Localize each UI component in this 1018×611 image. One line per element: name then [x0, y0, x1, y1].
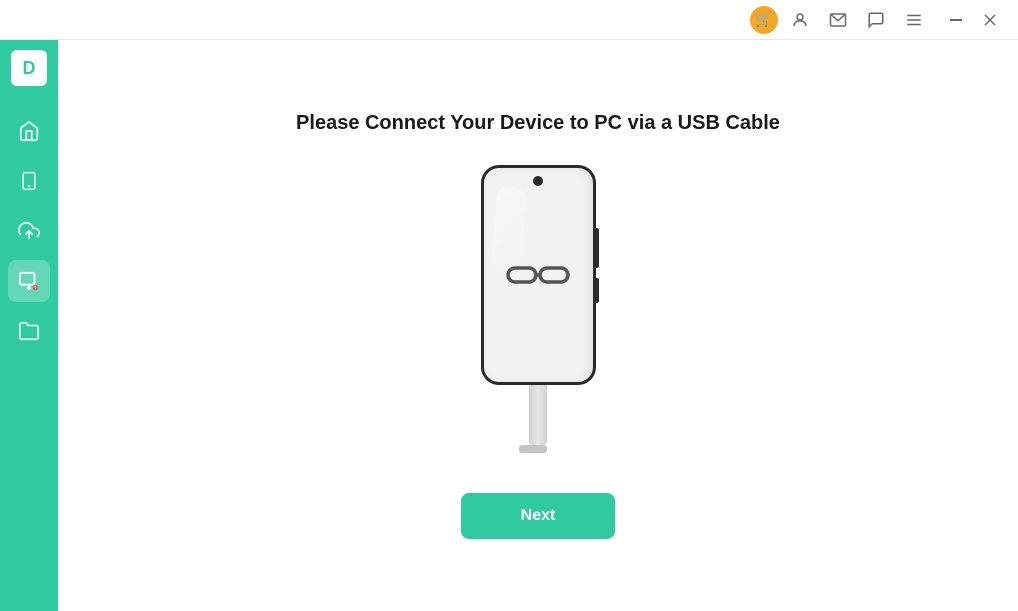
phone-body [481, 165, 596, 385]
phone-shine [490, 187, 527, 269]
mail-icon[interactable] [822, 4, 854, 36]
sidebar-item-repair[interactable] [8, 260, 50, 302]
phone-side-button2 [595, 278, 599, 303]
sidebar-item-backup[interactable] [8, 210, 50, 252]
window-controls [940, 4, 1006, 36]
next-button[interactable]: Next [461, 493, 616, 539]
app-logo[interactable]: D [11, 50, 47, 86]
app-body: D Please Connect Your Device to PC via a… [0, 40, 1018, 611]
sidebar-item-files[interactable] [8, 310, 50, 352]
menu-icon[interactable] [898, 4, 930, 36]
usb-cable-group [524, 385, 552, 453]
title-bar-icons: 🛒 [750, 4, 1006, 36]
title-bar: 🛒 [0, 0, 1018, 40]
minimize-button[interactable] [940, 4, 972, 36]
usb-cable [529, 385, 547, 445]
phone-notch [533, 176, 543, 186]
page-title: Please Connect Your Device to PC via a U… [296, 112, 780, 135]
phone-side-button [595, 228, 599, 268]
usb-connector [519, 445, 547, 453]
sidebar-item-device[interactable] [8, 160, 50, 202]
user-icon[interactable] [784, 4, 816, 36]
shop-icon[interactable]: 🛒 [750, 6, 778, 34]
close-button[interactable] [974, 4, 1006, 36]
phone-illustration [481, 165, 596, 453]
sidebar: D [0, 40, 58, 611]
sidebar-item-home[interactable] [8, 110, 50, 152]
main-content: Please Connect Your Device to PC via a U… [58, 40, 1018, 611]
chat-icon[interactable] [860, 4, 892, 36]
